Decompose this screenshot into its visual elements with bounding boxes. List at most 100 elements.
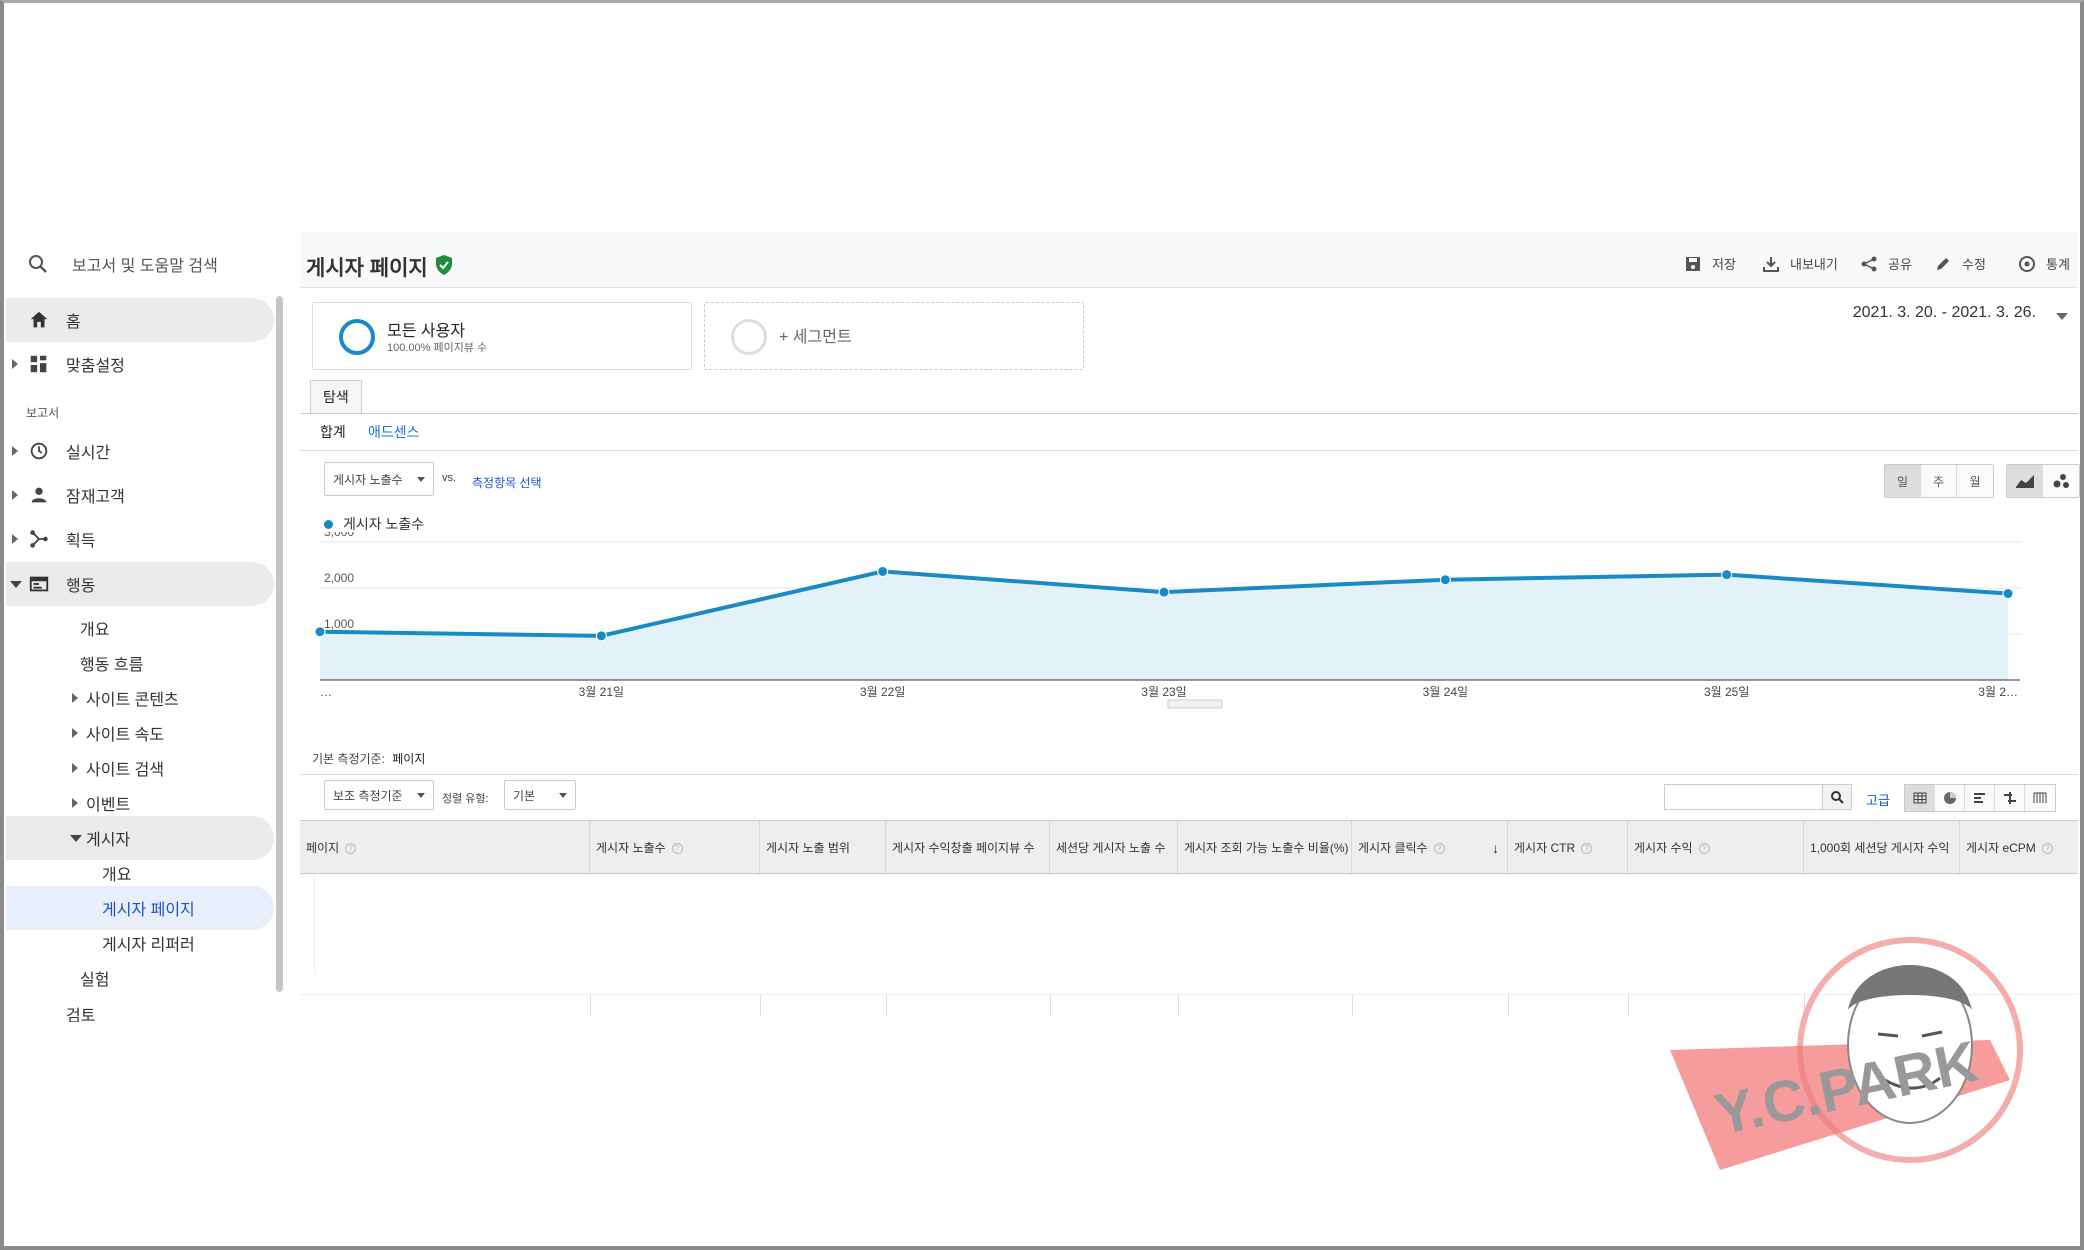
sidebar-scrollbar[interactable] (276, 296, 283, 992)
segment-name: 모든 사용자 (387, 323, 466, 340)
sort-type-value: 기본 (513, 788, 536, 803)
data-point (1721, 569, 1733, 581)
help-icon[interactable]: ? (671, 842, 683, 854)
sidebar-item-cut[interactable]: 검토 (6, 996, 274, 1022)
chart-legend: 게시자 노출수 (324, 514, 424, 534)
secondary-dimension-dropdown[interactable]: 보조 측정기준 (324, 780, 434, 810)
pivot-view-button[interactable] (2025, 785, 2055, 811)
share-button[interactable]: 공유 (1860, 254, 1912, 273)
sidebar-item-label: 개요 (102, 867, 132, 884)
pie-view-button[interactable] (1935, 785, 1965, 811)
subtab-divider (300, 450, 2078, 451)
sidebar-item-label: 이벤트 (86, 797, 131, 814)
help-icon[interactable]: ? (2041, 842, 2053, 854)
sidebar-item-label: 획득 (66, 533, 96, 550)
x-tick-label: … (320, 685, 332, 699)
expand-arrow-icon (72, 693, 78, 703)
primary-dimension-value: 페이지 (392, 752, 426, 766)
granularity-week[interactable]: 주 (1921, 465, 1957, 497)
column-header-revenue[interactable]: 게시자 수익? (1628, 821, 1804, 875)
sidebar-item-realtime[interactable]: 실시간 (6, 429, 274, 473)
sidebar-item-experiments[interactable]: 실험 (6, 956, 274, 1000)
page-title: 게시자 페이지 (306, 257, 428, 280)
metric-selector-value: 게시자 노출수 (333, 472, 403, 487)
insights-button[interactable]: 통계 (2018, 254, 2070, 273)
column-header-ecpm[interactable]: 게시자 eCPM? (1960, 821, 2078, 875)
table-view-button[interactable] (1905, 785, 1935, 811)
column-label: 게시자 조회 가능 노출수 비율(%) (1184, 841, 1349, 855)
table-search-input[interactable] (1664, 784, 1824, 810)
sidebar-item-label: 게시자 리퍼러 (102, 937, 195, 954)
insights-icon (2019, 255, 2035, 272)
chart-resize-handle (1167, 699, 1223, 709)
search-icon (1831, 791, 1844, 804)
line-chart-button[interactable] (2007, 465, 2043, 497)
segment-ring-empty-icon (731, 319, 767, 355)
add-segment-label: + 세그먼트 (779, 329, 852, 346)
granularity-month[interactable]: 월 (1957, 465, 1993, 497)
tab-explore[interactable]: 탐색 (310, 380, 362, 414)
date-range-picker[interactable]: 2021. 3. 20. - 2021. 3. 26. (1853, 304, 2036, 322)
sort-descending-icon[interactable]: ↓ (1492, 839, 1499, 857)
chevron-down-icon[interactable] (2056, 313, 2068, 320)
comparison-view-button[interactable] (1995, 785, 2025, 811)
subtab-adsense[interactable]: 애드센스 (368, 422, 420, 442)
column-header-monetized-pageviews[interactable]: 게시자 수익창출 페이지뷰 수 (886, 821, 1050, 875)
column-divider (760, 994, 761, 1016)
chevron-down-icon (417, 793, 425, 798)
sort-type-label: 정렬 유형: (442, 793, 489, 805)
column-header-viewable-rate[interactable]: 게시자 조회 가능 노출수 비율(%) (1178, 821, 1352, 875)
sidebar-item-label: 게시자 페이지 (102, 902, 195, 919)
sidebar-item-label: 홈 (66, 314, 81, 331)
column-header-revenue-per-1000[interactable]: 1,000회 세션당 게시자 수익 (1804, 821, 1960, 875)
sort-type-dropdown[interactable]: 기본 (504, 780, 576, 810)
watermark-logo: Y.C.PARK (1670, 937, 2023, 1170)
help-icon[interactable]: ? (1581, 842, 1593, 854)
column-label: 게시자 eCPM (1966, 841, 2036, 855)
x-tick-label: 3월 22일 (860, 685, 905, 699)
line-chart-icon (2015, 475, 2034, 488)
x-tick-label: 3월 2… (1978, 685, 2018, 699)
table-search-button[interactable] (1822, 784, 1852, 810)
column-header-page[interactable]: 페이지? (300, 821, 590, 875)
column-divider (1508, 994, 1509, 1016)
data-point (314, 626, 326, 638)
column-header-clicks[interactable]: 게시자 클릭수? ↓ (1352, 821, 1508, 875)
secondary-dimension-label: 보조 측정기준 (333, 788, 403, 803)
subtab-summary[interactable]: 합계 (320, 422, 346, 442)
help-icon[interactable]: ? (345, 842, 357, 854)
sidebar-item-audience[interactable]: 잠재고객 (6, 473, 274, 517)
granularity-day[interactable]: 일 (1885, 465, 1921, 497)
export-button[interactable]: 내보내기 (1762, 254, 1838, 273)
grid-icon (1913, 792, 1926, 804)
motion-chart-button[interactable] (2043, 465, 2079, 497)
sidebar-item-home[interactable]: 홈 (6, 298, 274, 342)
bubble-chart-icon (2053, 474, 2069, 488)
column-header-ctr[interactable]: 게시자 CTR? (1508, 821, 1628, 875)
help-icon[interactable]: ? (1433, 842, 1445, 854)
sidebar-item-behavior[interactable]: 행동 (6, 562, 274, 606)
sidebar-item-label: 실시간 (66, 445, 111, 462)
pie-chart-icon (1943, 792, 1956, 804)
add-segment-card[interactable]: + 세그먼트 (704, 302, 1084, 370)
edit-label: 수정 (1962, 257, 1986, 272)
sidebar-search[interactable]: 보고서 및 도움말 검색 (6, 232, 286, 292)
download-icon (1763, 256, 1779, 272)
sidebar-item-label: 개요 (80, 622, 110, 639)
help-icon[interactable]: ? (1698, 842, 1710, 854)
column-header-impressions[interactable]: 게시자 노출수? (590, 821, 760, 875)
performance-view-button[interactable] (1965, 785, 1995, 811)
sidebar-item-customization[interactable]: 맞춤설정 (6, 342, 274, 386)
metric-selector[interactable]: 게시자 노출수 (324, 462, 434, 496)
column-header-coverage[interactable]: 게시자 노출 범위 (760, 821, 886, 875)
segment-all-users[interactable]: 모든 사용자 100.00% 페이지뷰 수 (312, 302, 692, 370)
sidebar-item-acquisition[interactable]: 획득 (6, 517, 274, 561)
save-button[interactable]: 저장 (1684, 254, 1736, 273)
advanced-filter-link[interactable]: 고급 (1866, 790, 1890, 809)
export-label: 내보내기 (1790, 257, 1838, 272)
data-point (595, 630, 607, 642)
bar-chart-icon (1973, 793, 1985, 803)
select-metric-link[interactable]: 측정항목 선택 (472, 474, 542, 491)
edit-button[interactable]: 수정 (1934, 254, 1986, 273)
column-header-impressions-per-session[interactable]: 세션당 게시자 노출 수 (1050, 821, 1178, 875)
